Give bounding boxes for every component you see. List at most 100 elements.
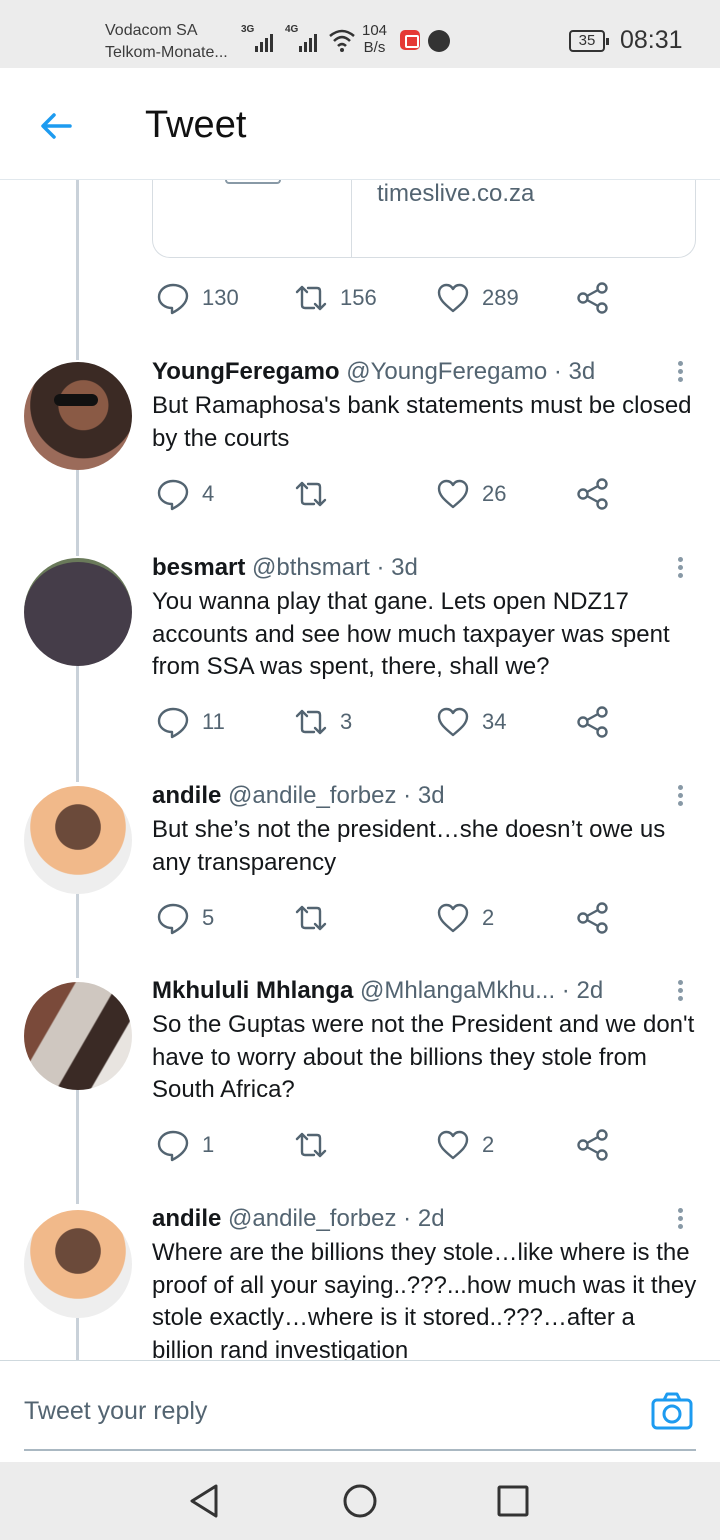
retweet-button[interactable] — [294, 1125, 340, 1165]
reply-input[interactable]: Tweet your reply — [24, 1397, 207, 1426]
page-title: Tweet — [145, 104, 247, 146]
display-name[interactable]: besmart — [152, 554, 245, 581]
display-name[interactable]: andile — [152, 1205, 221, 1232]
avatar[interactable] — [24, 1210, 132, 1318]
reply-icon — [157, 903, 189, 935]
nav-home-icon[interactable] — [341, 1482, 379, 1520]
reply-button[interactable]: 4 — [156, 474, 214, 514]
nav-recents-icon[interactable] — [494, 1482, 532, 1520]
timestamp[interactable]: 3d — [418, 782, 445, 809]
reply-count: 5 — [202, 905, 215, 930]
share-button[interactable] — [576, 474, 610, 514]
retweet-count: 156 — [340, 285, 377, 310]
wifi-icon — [329, 29, 355, 52]
like-button[interactable]: 26 — [436, 474, 506, 514]
reply-icon — [157, 1130, 189, 1162]
share-button[interactable] — [576, 1125, 610, 1165]
tweet-actions: 11 3 34 — [152, 702, 622, 742]
thread-line — [76, 1090, 79, 1204]
display-name[interactable]: Mkhululi Mhlanga — [152, 977, 353, 1004]
thread-line — [76, 180, 79, 360]
reply-button[interactable]: 130 — [156, 278, 239, 318]
reply-icon — [157, 283, 189, 315]
share-button[interactable] — [576, 278, 610, 318]
sunglasses — [54, 394, 98, 406]
timestamp[interactable]: 3d — [391, 554, 418, 581]
like-icon — [437, 903, 469, 933]
more-icon[interactable] — [670, 782, 690, 812]
separator-dot: · — [403, 782, 412, 809]
retweet-count: 3 — [340, 709, 353, 734]
like-icon — [437, 479, 469, 509]
reply-count: 1 — [202, 1132, 215, 1157]
tweet-text: So the Guptas were not the President and… — [152, 1011, 695, 1103]
carrier-1: Vodacom SA — [105, 22, 198, 39]
status-bar: Vodacom SA Telkom-Monate... 3G 4G 104 B/… — [0, 0, 720, 68]
back-arrow-icon[interactable] — [36, 106, 76, 146]
share-icon — [577, 706, 608, 738]
reply-icon — [157, 707, 189, 739]
share-icon — [577, 282, 608, 314]
display-name[interactable]: andile — [152, 782, 221, 809]
tweet-header: andile @andile_forbez · 2d — [152, 1205, 445, 1233]
tweet-text: You wanna play that gane. Lets open NDZ1… — [152, 588, 670, 680]
reply-icon — [157, 479, 189, 511]
like-count: 2 — [482, 1132, 495, 1157]
like-button[interactable]: 289 — [436, 278, 519, 318]
reply-button[interactable]: 11 — [156, 702, 225, 742]
like-button[interactable]: 2 — [436, 1125, 494, 1165]
like-count: 289 — [482, 285, 519, 310]
username[interactable]: @andile_forbez — [228, 1205, 396, 1232]
like-button[interactable]: 34 — [436, 702, 506, 742]
username[interactable]: @andile_forbez — [228, 782, 396, 809]
retweet-icon — [295, 905, 327, 931]
share-button[interactable] — [576, 702, 610, 742]
avatar[interactable] — [24, 362, 132, 470]
more-icon[interactable] — [670, 554, 690, 584]
reply-button[interactable]: 5 — [156, 898, 214, 938]
share-button[interactable] — [576, 898, 610, 938]
like-count: 34 — [482, 709, 507, 734]
input-underline — [24, 1449, 696, 1451]
like-count: 2 — [482, 905, 495, 930]
retweet-button[interactable]: 156 — [294, 278, 377, 318]
more-icon[interactable] — [670, 358, 690, 388]
timestamp[interactable]: 2d — [418, 1205, 445, 1232]
share-icon — [577, 478, 608, 510]
avatar[interactable] — [24, 786, 132, 894]
username[interactable]: @bthsmart — [252, 554, 370, 581]
tweet-actions: 5 2 — [152, 898, 622, 938]
reply-button[interactable]: 1 — [156, 1125, 214, 1165]
tweet-text: But she’s not the president…she doesn’t … — [152, 816, 666, 876]
retweet-button[interactable] — [294, 898, 340, 938]
reply-composer: Tweet your reply — [0, 1360, 720, 1462]
network-speed: 104 B/s — [362, 22, 388, 56]
more-icon[interactable] — [670, 977, 690, 1007]
retweet-icon — [295, 481, 327, 507]
username[interactable]: @MhlangaMkhu... — [360, 977, 555, 1004]
link-domain: timeslive.co.za — [377, 180, 535, 207]
tweet-text: But Ramaphosa's bank statements must be … — [152, 392, 692, 452]
tweet-actions: 4 26 — [152, 474, 622, 514]
more-icon[interactable] — [670, 1205, 690, 1235]
thread-line — [76, 666, 79, 782]
avatar[interactable] — [24, 558, 132, 666]
retweet-icon — [295, 285, 327, 311]
camera-icon[interactable] — [650, 1389, 694, 1433]
retweet-button[interactable] — [294, 474, 340, 514]
display-name[interactable]: YoungFeregamo — [152, 358, 340, 385]
username[interactable]: @YoungFeregamo — [346, 358, 547, 385]
like-button[interactable]: 2 — [436, 898, 494, 938]
whatsapp-icon — [428, 30, 450, 52]
retweet-button[interactable]: 3 — [294, 702, 352, 742]
separator-dot: · — [376, 554, 385, 581]
timestamp[interactable]: 2d — [576, 977, 603, 1004]
tweet-header: Mkhululi Mhlanga @MhlangaMkhu... · 2d — [152, 977, 603, 1005]
timestamp[interactable]: 3d — [569, 358, 596, 385]
separator-dot: · — [553, 358, 562, 385]
tweet-text: Where are the billions they stole…like w… — [152, 1239, 697, 1364]
avatar[interactable] — [24, 982, 132, 1090]
thread-line — [76, 470, 79, 556]
nav-back-icon[interactable] — [186, 1482, 224, 1520]
tweet-actions: 1 2 — [152, 1125, 622, 1165]
